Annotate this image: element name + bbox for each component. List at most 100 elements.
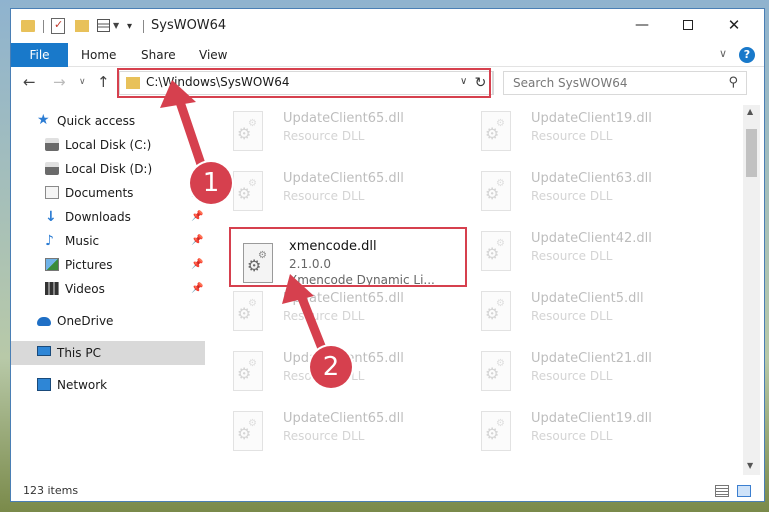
file-list: UpdateClient65.dll Resource DLL UpdateCl…	[217, 105, 739, 473]
back-arrow-icon[interactable]: ←	[23, 73, 36, 91]
pin-icon[interactable]: 📌	[191, 253, 203, 277]
list-item[interactable]: UpdateClient19.dll Resource DLL	[465, 405, 705, 463]
minimize-button[interactable]: —	[619, 9, 665, 41]
scroll-up-icon[interactable]: ▲	[747, 107, 753, 116]
file-name: UpdateClient65.dll	[283, 291, 404, 306]
sidebar-item-this-pc[interactable]: This PC	[11, 341, 205, 365]
list-item[interactable]: UpdateClient63.dll Resource DLL	[465, 165, 705, 223]
dll-file-icon	[233, 351, 263, 391]
sidebar-item-label: Network	[57, 378, 108, 392]
file-description: Resource DLL	[283, 309, 365, 323]
list-item[interactable]: UpdateClient65.dll Resource DLL	[217, 405, 457, 463]
sidebar-item-label: This PC	[57, 346, 101, 360]
item-count: 123 items	[23, 484, 79, 497]
cloud-icon	[37, 317, 51, 326]
folder-icon[interactable]	[21, 20, 35, 32]
pin-icon[interactable]: 📌	[191, 229, 203, 253]
sidebar-item-label: Local Disk (C:)	[65, 138, 152, 152]
dll-file-icon	[481, 231, 511, 271]
file-description: Resource DLL	[283, 429, 365, 443]
title-divider	[143, 20, 144, 33]
properties-icon[interactable]	[51, 18, 65, 34]
tiles-view-icon[interactable]	[737, 485, 751, 497]
star-icon: ★	[37, 112, 50, 128]
window-title: SysWOW64	[151, 18, 227, 33]
search-icon: ⚲	[728, 75, 738, 90]
sidebar-item-label: Pictures	[65, 258, 113, 272]
documents-icon	[45, 186, 59, 199]
list-item[interactable]: UpdateClient5.dll Resource DLL	[465, 285, 705, 343]
file-description: Resource DLL	[531, 189, 613, 203]
sidebar-item-label: Videos	[65, 282, 105, 296]
scroll-down-icon[interactable]: ▼	[747, 461, 753, 470]
view-icon[interactable]	[97, 19, 110, 32]
sidebar-item-quick-access[interactable]: ★ Quick access	[11, 109, 205, 133]
title-bar: ▼ ▾ SysWOW64 — ✕	[11, 9, 764, 43]
sidebar-item-label: Quick access	[57, 114, 136, 128]
details-view-icon[interactable]	[715, 485, 729, 497]
step-badge-1: 1	[190, 162, 232, 204]
tab-view[interactable]: View	[195, 43, 231, 67]
dll-file-icon	[233, 291, 263, 331]
tab-file[interactable]: File	[11, 43, 68, 67]
network-icon	[37, 378, 51, 391]
sidebar-item-videos[interactable]: Videos 📌	[11, 277, 205, 301]
expand-ribbon-icon[interactable]: ∨	[719, 47, 727, 60]
scrollbar-thumb[interactable]	[746, 129, 757, 177]
tab-share[interactable]: Share	[137, 43, 180, 67]
search-input[interactable]: Search SysWOW64 ⚲	[503, 71, 747, 95]
drive-icon	[45, 162, 59, 175]
customize-chevron-icon[interactable]: ▾	[127, 21, 132, 39]
list-item[interactable]: UpdateClient65.dll Resource DLL	[217, 285, 457, 343]
dll-file-icon	[481, 171, 511, 211]
file-name: UpdateClient5.dll	[531, 291, 644, 306]
file-description: Resource DLL	[283, 129, 365, 143]
help-icon[interactable]: ?	[739, 47, 755, 63]
forward-arrow-icon[interactable]: →	[53, 73, 66, 91]
dll-file-icon	[233, 411, 263, 451]
sidebar-item-music[interactable]: ♪ Music 📌	[11, 229, 205, 253]
file-description: Resource DLL	[531, 369, 613, 383]
maximize-button[interactable]	[665, 9, 711, 41]
list-item[interactable]: UpdateClient42.dll Resource DLL	[465, 225, 705, 283]
search-placeholder: Search SysWOW64	[513, 76, 628, 90]
vertical-scrollbar[interactable]: ▲ ▼	[743, 105, 760, 475]
dll-file-icon	[233, 111, 263, 151]
list-item[interactable]: UpdateClient65.dll Resource DLL	[217, 165, 457, 223]
list-item[interactable]: UpdateClient65.dll Resource DLL	[217, 105, 457, 163]
sidebar-item-local-disk-d[interactable]: Local Disk (D:)	[11, 157, 205, 181]
sidebar-item-network[interactable]: Network	[11, 373, 205, 397]
address-highlight-box	[117, 68, 491, 98]
sidebar-item-pictures[interactable]: Pictures 📌	[11, 253, 205, 277]
sidebar-item-label: Downloads	[65, 210, 131, 224]
new-folder-icon[interactable]	[75, 20, 89, 32]
file-name: UpdateClient65.dll	[283, 411, 404, 426]
file-name: UpdateClient42.dll	[531, 231, 652, 246]
file-highlight-box	[229, 227, 467, 287]
up-arrow-icon[interactable]: ↑	[97, 73, 110, 91]
dll-file-icon	[233, 171, 263, 211]
sidebar-item-downloads[interactable]: ↓ Downloads 📌	[11, 205, 205, 229]
dll-file-icon	[481, 351, 511, 391]
file-description: Resource DLL	[531, 129, 613, 143]
videos-icon	[45, 282, 59, 295]
tab-home[interactable]: Home	[77, 43, 120, 67]
file-name: UpdateClient65.dll	[283, 111, 404, 126]
sidebar-item-local-disk-c[interactable]: Local Disk (C:)	[11, 133, 205, 157]
file-description: Resource DLL	[531, 309, 613, 323]
sidebar-item-label: Local Disk (D:)	[65, 162, 153, 176]
pin-icon[interactable]: 📌	[191, 277, 203, 301]
view-dropdown-icon[interactable]: ▼	[113, 21, 119, 39]
list-item[interactable]: UpdateClient19.dll Resource DLL	[465, 105, 705, 163]
sidebar-item-onedrive[interactable]: OneDrive	[11, 309, 205, 333]
recent-locations-icon[interactable]: ∨	[79, 77, 86, 87]
close-button[interactable]: ✕	[711, 9, 757, 41]
drive-icon	[45, 138, 59, 151]
pin-icon[interactable]: 📌	[191, 205, 203, 229]
navigation-pane: ★ Quick access Local Disk (C:) Local Dis…	[11, 105, 205, 475]
list-item[interactable]: UpdateClient21.dll Resource DLL	[465, 345, 705, 403]
sidebar-item-label: Documents	[65, 186, 134, 200]
sidebar-item-documents[interactable]: Documents 📌	[11, 181, 205, 205]
step-badge-2: 2	[310, 346, 352, 388]
file-name: UpdateClient65.dll	[283, 171, 404, 186]
